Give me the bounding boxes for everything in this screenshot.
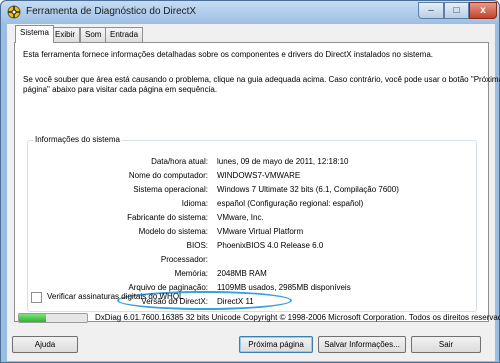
progress-bar <box>18 313 88 323</box>
value-system-manufacturer: VMware, Inc. <box>217 213 264 222</box>
dialog-client: Sistema Exibir Som Entrada Esta ferramen… <box>7 24 500 361</box>
maximize-button[interactable]: □ <box>444 2 469 19</box>
save-info-button[interactable]: Salvar Informações... <box>318 336 406 353</box>
whql-checkbox[interactable] <box>31 292 42 303</box>
label-bios: BIOS: <box>186 241 208 250</box>
system-info-group-title: Informações do sistema <box>33 135 122 144</box>
tab-som[interactable]: Som <box>80 27 107 42</box>
intro-text-3: página" abaixo para visitar cada página … <box>23 85 218 94</box>
label-computer-name: Nome do computador: <box>128 171 208 180</box>
value-bios: PhoenixBIOS 4.0 Release 6.0 <box>217 241 324 250</box>
label-system-model: Modelo do sistema: <box>138 227 208 236</box>
dxdiag-window: Ferramenta de Diagnóstico do DirectX – □… <box>0 0 500 363</box>
sistema-panel: Esta ferramenta fornece informações deta… <box>14 42 500 322</box>
intro-text-2: Se você souber que área está causando o … <box>23 75 500 84</box>
system-info-group: Informações do sistema Data/hora atual: … <box>27 135 477 312</box>
tab-sistema[interactable]: Sistema <box>15 25 54 43</box>
value-operating-system: Windows 7 Ultimate 32 bits (6.1, Compila… <box>217 185 399 194</box>
label-operating-system: Sistema operacional: <box>133 185 208 194</box>
tab-exibir[interactable]: Exibir <box>50 27 81 42</box>
value-memory: 2048MB RAM <box>217 269 267 278</box>
close-button[interactable]: x <box>469 2 497 19</box>
intro-text-1: Esta ferramenta fornece informações deta… <box>23 50 433 59</box>
directx-app-icon <box>7 5 21 19</box>
value-computer-name: WINDOWS7-VMWARE <box>217 171 301 180</box>
tab-entrada[interactable]: Entrada <box>105 27 144 42</box>
label-current-date: Data/hora atual: <box>151 157 208 166</box>
value-system-model: VMware Virtual Platform <box>217 227 304 236</box>
value-current-date: lunes, 09 de mayo de 2011, 12:18:10 <box>217 157 349 166</box>
next-page-button[interactable]: Próxima página <box>239 336 313 353</box>
label-language: Idioma: <box>181 199 208 208</box>
version-copyright-text: DxDiag 6.01.7600.16385 32 bits Unicode C… <box>95 313 500 322</box>
exit-button[interactable]: Sair <box>411 336 481 353</box>
label-processor: Processador: <box>160 255 208 264</box>
value-language: español (Configuração regional: español) <box>217 199 364 208</box>
window-title: Ferramenta de Diagnóstico do DirectX <box>26 6 197 17</box>
label-memory: Memória: <box>174 269 208 278</box>
label-system-manufacturer: Fabricante do sistema: <box>127 213 208 222</box>
help-button[interactable]: Ajuda <box>12 336 78 353</box>
title-bar[interactable]: Ferramenta de Diagnóstico do DirectX – □… <box>1 1 499 23</box>
progress-bar-fill <box>19 314 47 322</box>
minimize-button[interactable]: – <box>418 2 444 19</box>
value-page-file: 1109MB usados, 2985MB disponíveis <box>217 283 351 292</box>
whql-checkbox-label[interactable]: Verificar assinaturas digitais do WHQL <box>47 292 184 301</box>
